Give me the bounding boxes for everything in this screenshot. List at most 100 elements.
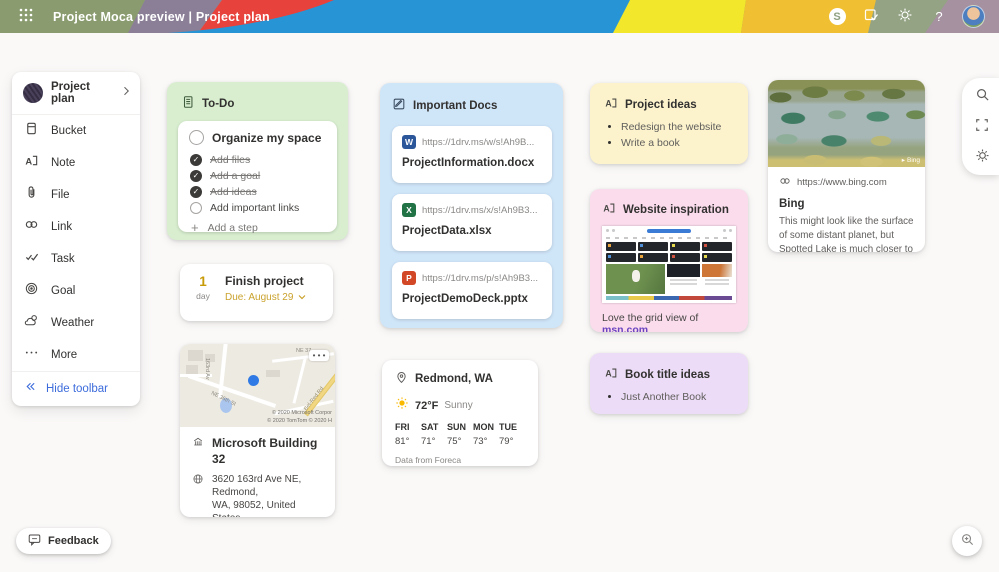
map-more-button[interactable]: • • • <box>309 350 329 361</box>
gear-icon <box>975 148 990 166</box>
bing-link-card[interactable]: ▸Bing https://www.bing.com Bing This mig… <box>768 80 925 252</box>
svg-text:A: A <box>605 369 612 379</box>
note-check-icon <box>863 7 879 26</box>
note-title: Book title ideas <box>625 369 710 381</box>
link-icon <box>779 175 791 190</box>
excel-file-icon: X <box>402 203 416 217</box>
note-bullet: Write a book <box>621 137 734 149</box>
canvas-settings-button[interactable] <box>970 145 994 169</box>
svg-text:A: A <box>603 204 610 214</box>
sidebar-item-label: Note <box>51 157 75 169</box>
magnifier-plus-icon <box>960 532 975 550</box>
step-unchecked-icon[interactable] <box>190 202 202 214</box>
bucket-icon <box>24 121 39 141</box>
step-checked-icon[interactable]: ✓ <box>190 170 202 182</box>
sidebar-item-label: Goal <box>51 285 75 297</box>
project-plan-menu[interactable]: Project plan <box>12 72 140 115</box>
edit-doc-icon <box>392 97 406 114</box>
note-icon: A <box>604 96 618 113</box>
task-card[interactable]: 1 day Finish project Due: August 29 <box>180 264 333 321</box>
due-date-dropdown[interactable]: Due: August 29 <box>225 292 306 303</box>
settings-button[interactable] <box>891 4 919 30</box>
place-name: Microsoft Building 32 <box>212 436 323 467</box>
todo-step[interactable]: Add important links <box>189 200 329 216</box>
add-step-button[interactable]: + Add a step <box>189 220 329 235</box>
weather-card[interactable]: Redmond, WA 72°F Sunny FRI 81° SAT 71° S… <box>382 360 538 466</box>
todo-step[interactable]: ✓ Add a goal <box>189 168 329 184</box>
sidebar-item-weather[interactable]: Weather <box>12 307 140 339</box>
place-address-row: 3620 163rd Ave NE, Redmond,WA, 98052, Un… <box>192 473 323 517</box>
file-name: ProjectDemoDeck.pptx <box>402 293 542 305</box>
sidebar-item-goal[interactable]: Goal <box>12 275 140 307</box>
file-url: https://1drv.ms/w/s!Ah9B... <box>422 137 534 148</box>
todo-step-label: Add files <box>210 154 250 166</box>
file-name: ProjectInformation.docx <box>402 157 542 169</box>
project-ideas-note[interactable]: A Project ideas Redesign the website Wri… <box>590 83 748 164</box>
svg-text:A: A <box>25 156 32 166</box>
fullscreen-button[interactable] <box>970 115 994 139</box>
sidebar-item-link[interactable]: Link <box>12 211 140 243</box>
note-icon: A <box>602 201 616 218</box>
map-building-block <box>186 365 198 374</box>
help-button[interactable]: ? <box>925 4 953 30</box>
doc-file-card[interactable]: X https://1drv.ms/x/s!Ah9B3... ProjectDa… <box>392 194 552 251</box>
hide-toolbar-label: Hide toolbar <box>46 383 108 395</box>
hide-toolbar-button[interactable]: Hide toolbar <box>12 371 140 406</box>
sidebar-item-label: Weather <box>51 317 94 329</box>
notes-button[interactable] <box>857 4 885 30</box>
task-checkbox-icon[interactable] <box>189 130 204 145</box>
map-label: 163rd Av <box>204 358 210 380</box>
app-launcher-button[interactable] <box>12 4 40 30</box>
bing-watermark: ▸Bing <box>902 156 920 164</box>
msn-link[interactable]: msn.com <box>602 324 648 332</box>
sidebar-item-label: More <box>51 349 77 361</box>
place-card[interactable]: NE 37 163rd Av NE 36th St Bel-Red Rd • •… <box>180 344 335 517</box>
paperclip-icon <box>24 185 39 205</box>
website-inspiration-note[interactable]: A Website inspiration Love the grid view… <box>590 189 748 332</box>
target-icon <box>24 281 39 301</box>
bing-url[interactable]: https://www.bing.com <box>797 177 887 188</box>
days-remaining-count: 1 <box>192 274 214 289</box>
todo-step-label: Add a goal <box>210 170 260 182</box>
sidebar-item-bucket[interactable]: Bucket <box>12 115 140 147</box>
place-name-row: Microsoft Building 32 <box>192 436 323 467</box>
skype-button[interactable]: S <box>823 4 851 30</box>
weather-source: Data from Foreca <box>395 455 525 465</box>
bing-title: Bing <box>779 198 914 210</box>
important-docs-card[interactable]: Important Docs W https://1drv.ms/w/s!Ah9… <box>380 83 563 328</box>
note-bullet-list: Redesign the website Write a book <box>604 121 734 149</box>
weather-condition: Sunny <box>444 400 472 411</box>
sidebar-item-more[interactable]: More <box>12 339 140 371</box>
map-road <box>292 358 306 403</box>
todo-main-task-label: Organize my space <box>212 131 321 145</box>
top-bar: Project Moca preview | Project plan S <box>0 0 999 33</box>
sidebar-item-file[interactable]: File <box>12 179 140 211</box>
account-button[interactable] <box>959 4 987 30</box>
sidebar-item-note[interactable]: A Note <box>12 147 140 179</box>
feedback-bubble-icon <box>28 533 41 549</box>
zoom-button[interactable] <box>952 526 982 556</box>
feedback-button[interactable]: Feedback <box>16 528 111 554</box>
map-location-dot <box>248 375 259 386</box>
double-chevron-left-icon <box>24 380 37 398</box>
map-image[interactable]: NE 37 163rd Av NE 36th St Bel-Red Rd • •… <box>180 344 335 427</box>
doc-file-card[interactable]: W https://1drv.ms/w/s!Ah9B... ProjectInf… <box>392 126 552 183</box>
skype-icon: S <box>829 8 846 25</box>
todo-card[interactable]: To-Do Organize my space ✓ Add files ✓ Ad… <box>167 82 348 240</box>
location-pin-icon <box>395 371 408 387</box>
search-button[interactable] <box>970 84 994 108</box>
forecast-day: SAT 71° <box>421 422 447 447</box>
todo-card-title: To-Do <box>202 98 234 110</box>
sidebar-item-label: File <box>51 189 70 201</box>
plus-icon: + <box>191 220 199 235</box>
todo-step[interactable]: ✓ Add files <box>189 152 329 168</box>
user-avatar <box>962 5 985 28</box>
step-checked-icon[interactable]: ✓ <box>190 154 202 166</box>
doc-file-card[interactable]: P https://1drv.ms/p/s!Ah9B3... ProjectDe… <box>392 262 552 319</box>
book-ideas-note[interactable]: A Book title ideas Just Another Book <box>590 353 748 414</box>
todo-step[interactable]: ✓ Add ideas <box>189 184 329 200</box>
todo-main-task[interactable]: Organize my space <box>189 130 329 145</box>
step-checked-icon[interactable]: ✓ <box>190 186 202 198</box>
map-building-block <box>188 350 203 361</box>
sidebar-item-task[interactable]: Task <box>12 243 140 275</box>
